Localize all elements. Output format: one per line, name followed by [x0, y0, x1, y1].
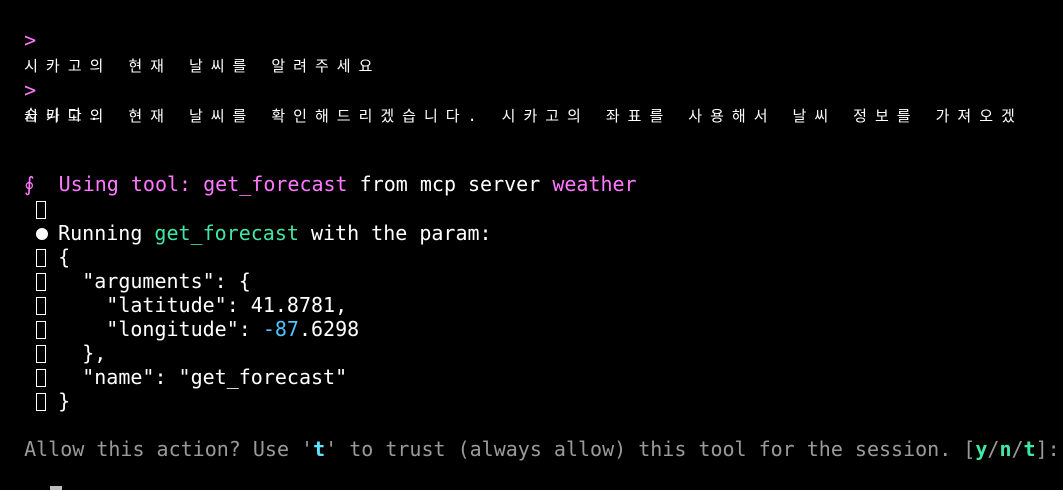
json-line: "name": "get_forecast" — [0, 341, 347, 389]
separator: / — [1011, 437, 1024, 461]
json-line: { — [0, 221, 70, 269]
longitude-decimal: .6298 — [298, 317, 360, 341]
assistant-response-text: 시카고의 현재 날씨를 확인해드리겠습니다. 시카고의 좌표를 사용해서 날씨 … — [24, 107, 1023, 125]
assistant-response-line-2: 습니다. — [0, 77, 107, 124]
confirm-text-a: Allow this action? Use ' — [24, 437, 314, 461]
longitude-negative-number: -87 — [262, 317, 299, 341]
input-prompt-symbol: > — [24, 485, 36, 490]
tool-call-tool-name: get_forecast — [203, 172, 348, 196]
json-text: } — [46, 389, 71, 413]
json-line: "arguments": { — [0, 245, 251, 293]
gutter-line — [0, 173, 47, 219]
yes-key[interactable]: y — [975, 437, 987, 461]
tool-call-middle: from mcp server — [347, 172, 553, 196]
assistant-response-text-cont: 습니다. — [24, 106, 107, 124]
trust-key[interactable]: t — [1024, 437, 1036, 461]
json-line: "longitude": -87.6298 — [0, 293, 359, 341]
tool-call-line: ∮ Using tool: get_forecast from mcp serv… — [0, 148, 637, 196]
user-query-line: > 시카고의 현재 날씨를 알려주세요 — [0, 4, 380, 75]
json-line: "latitude": 41.8781, — [0, 269, 347, 317]
assistant-response-line-1: > 시카고의 현재 날씨를 확인해드리겠습니다. 시카고의 좌표를 사용해서 날… — [0, 54, 1023, 125]
prompt-symbol: > — [24, 28, 37, 52]
running-line: Running get_forecast with the param: — [0, 197, 492, 245]
gutter-box-icon — [36, 393, 47, 411]
tool-call-prefix: Using tool: — [58, 172, 204, 196]
input-line[interactable]: > — [0, 461, 63, 490]
confirm-text-c: ]: — [1035, 437, 1060, 461]
json-text: "name": "get_forecast" — [46, 365, 348, 389]
confirm-text-b: ' to trust (always allow) this tool for … — [325, 437, 976, 461]
json-line: } — [0, 365, 70, 413]
running-tool-name: get_forecast — [154, 221, 299, 245]
text-cursor[interactable] — [50, 486, 63, 490]
running-prefix: Running — [58, 221, 155, 245]
json-line: }, — [0, 317, 106, 365]
separator: / — [987, 437, 1000, 461]
running-suffix: with the param: — [298, 221, 492, 245]
trust-key-t[interactable]: t — [313, 437, 325, 461]
confirm-prompt-line: Allow this action? Use 't' to trust (alw… — [0, 413, 1060, 461]
no-key[interactable]: n — [999, 437, 1011, 461]
tool-call-server-name: weather — [552, 172, 637, 196]
